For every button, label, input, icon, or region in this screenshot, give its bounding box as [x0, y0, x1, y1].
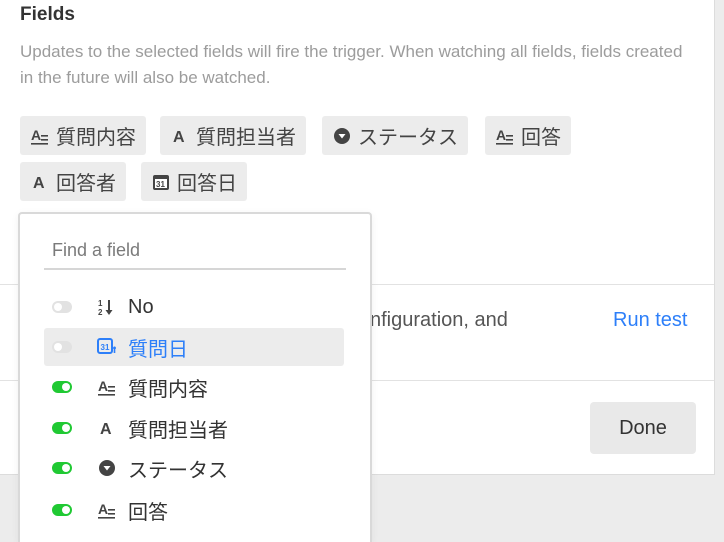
field-option-label: 回答 — [128, 501, 168, 524]
field-option[interactable]: A 質問担当者 — [44, 409, 344, 447]
test-description-text: nfiguration, and — [370, 309, 508, 331]
field-picker-dropdown: 12 No 31 質問日 A 質問内容 A 質問担当者 ステータス A — [18, 212, 372, 542]
svg-text:1: 1 — [98, 299, 103, 308]
find-field-input[interactable] — [44, 232, 346, 270]
chip-field[interactable]: ステータス — [322, 116, 468, 155]
field-toggle[interactable] — [52, 422, 72, 434]
single-select-icon — [332, 126, 352, 146]
chip-label: ステータス — [358, 127, 458, 149]
svg-text:A: A — [31, 127, 41, 143]
long-text-icon: A — [30, 126, 50, 146]
svg-text:A: A — [173, 129, 185, 145]
single-line-text-icon: A — [170, 126, 190, 146]
field-option-label: 質問内容 — [128, 378, 208, 401]
field-option[interactable]: ステータス — [44, 449, 344, 487]
svg-text:2: 2 — [98, 308, 103, 316]
long-text-icon: A — [96, 499, 118, 521]
field-option[interactable]: A 質問内容 — [44, 368, 344, 406]
done-button[interactable]: Done — [590, 402, 696, 454]
svg-text:A: A — [496, 127, 506, 143]
field-option-label: 質問日 — [128, 338, 188, 361]
svg-text:31: 31 — [101, 343, 110, 352]
field-toggle[interactable] — [52, 462, 72, 474]
field-toggle[interactable] — [52, 381, 72, 393]
created-time-icon: 31 — [96, 336, 118, 358]
run-test-link[interactable]: Run test — [613, 309, 687, 332]
svg-text:A: A — [100, 421, 112, 437]
chip-field[interactable]: A 質問内容 — [20, 116, 146, 155]
fields-title: Fields — [20, 4, 75, 25]
chip-field[interactable]: A 回答者 — [20, 162, 126, 201]
long-text-icon: A — [495, 126, 515, 146]
chip-field[interactable]: 31 回答日 — [141, 162, 247, 201]
long-text-icon: A — [96, 376, 118, 398]
chip-field[interactable]: A 回答 — [485, 116, 571, 155]
field-option-label: No — [128, 295, 154, 318]
field-toggle[interactable] — [52, 301, 72, 313]
chip-label: 質問担当者 — [196, 127, 296, 149]
chip-label: 回答 — [521, 127, 561, 149]
single-select-icon — [96, 457, 118, 479]
fields-help-text: Updates to the selected fields will fire… — [20, 42, 683, 87]
field-option-label: 質問担当者 — [128, 419, 228, 442]
svg-text:31: 31 — [156, 180, 165, 189]
autonumber-icon: 12 — [96, 296, 118, 318]
field-option[interactable]: 31 質問日 — [44, 328, 344, 366]
svg-text:A: A — [98, 378, 108, 394]
single-line-text-icon: A — [96, 417, 118, 439]
field-option-label: ステータス — [128, 459, 228, 482]
chip-label: 回答者 — [56, 173, 116, 195]
field-option[interactable]: A 回答 — [44, 491, 344, 529]
chip-label: 回答日 — [177, 173, 237, 195]
field-toggle[interactable] — [52, 341, 72, 353]
single-line-text-icon: A — [30, 172, 50, 192]
date-icon: 31 — [151, 172, 171, 192]
svg-text:A: A — [33, 175, 45, 191]
chip-label: 質問内容 — [56, 127, 136, 149]
svg-text:A: A — [98, 501, 108, 517]
chip-field[interactable]: A 質問担当者 — [160, 116, 306, 155]
field-option[interactable]: 12 No — [44, 288, 344, 326]
field-toggle[interactable] — [52, 504, 72, 516]
